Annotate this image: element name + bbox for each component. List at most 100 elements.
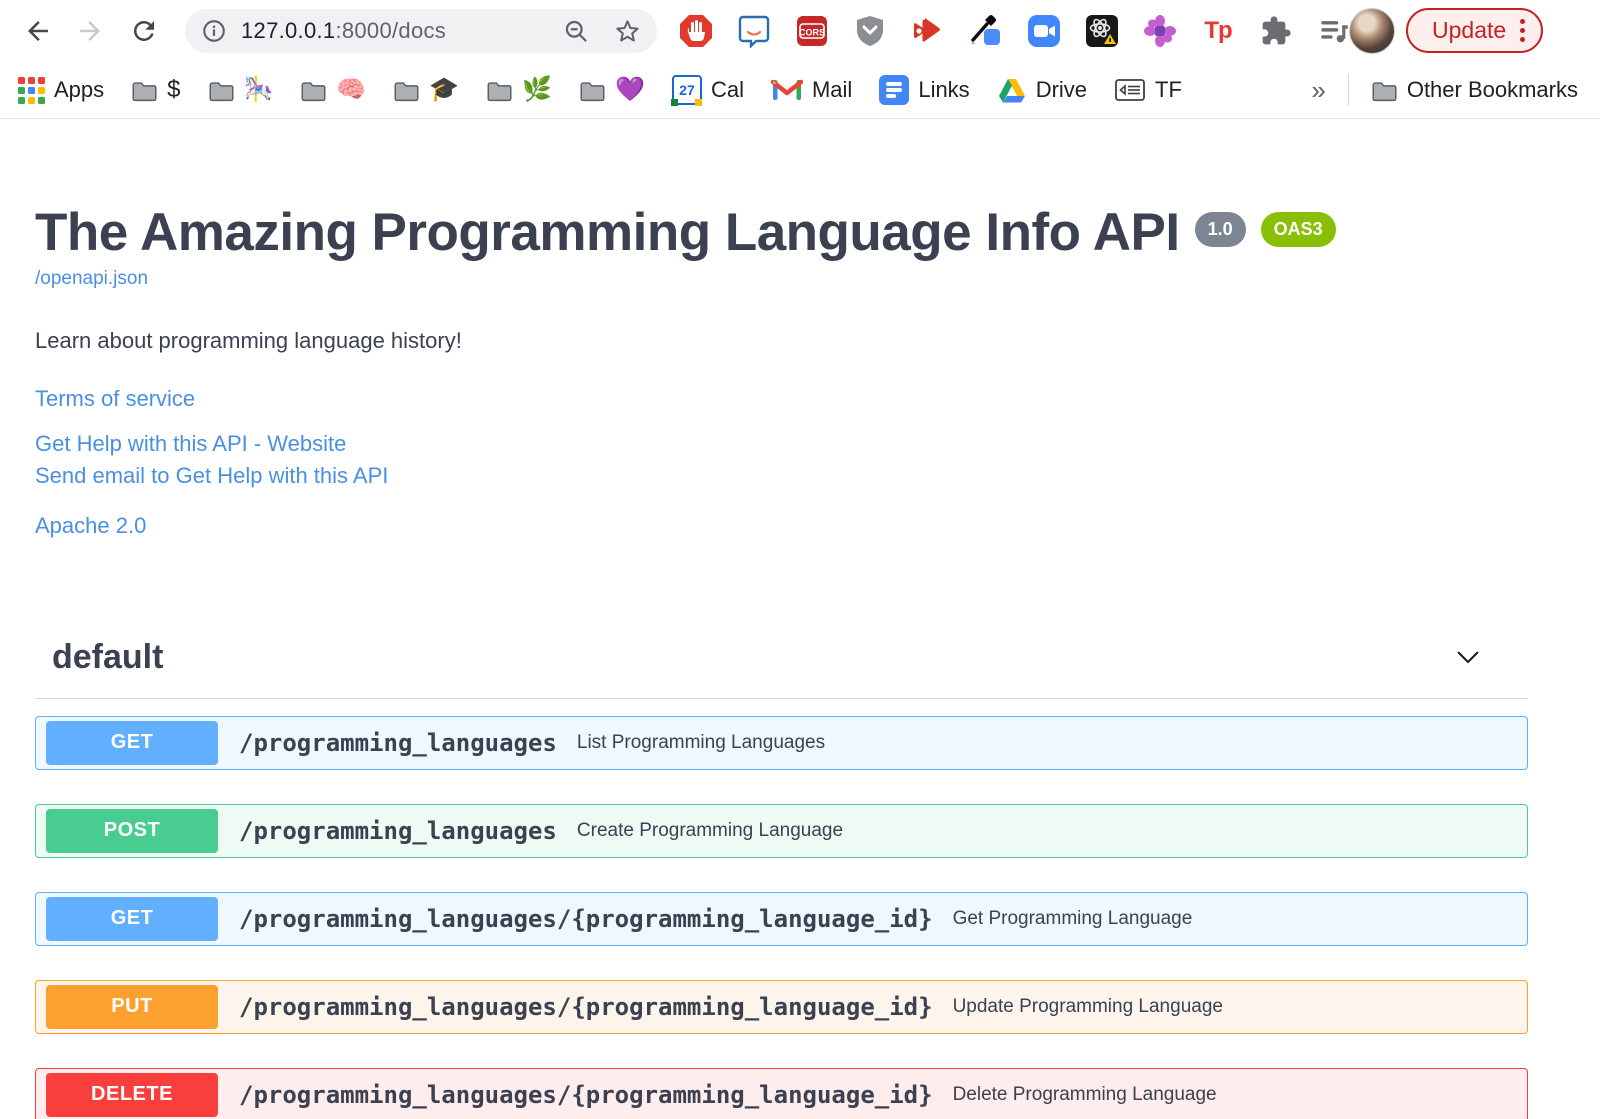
browser-toolbar: 127.0.0.1:8000/docs CORS Tp Update — [0, 0, 1600, 62]
endpoint-path: /programming_languages/{programming_lang… — [239, 992, 933, 1021]
browser-window: 127.0.0.1:8000/docs CORS Tp Update Apps … — [0, 0, 1600, 1119]
color-picker-extension-icon[interactable] — [968, 13, 1004, 49]
method-badge-get[interactable]: GET — [46, 720, 218, 765]
method-badge-get[interactable]: GET — [46, 896, 218, 941]
folder-icon — [132, 81, 157, 101]
cors-extension-icon[interactable]: CORS — [794, 13, 830, 49]
bookmark-folder-carousel-label: 🎠 — [243, 76, 274, 103]
bookmark-links-label: Links — [918, 77, 970, 102]
url-path: :8000/docs — [335, 18, 447, 43]
bookmark-tf[interactable]: TF — [1114, 77, 1182, 103]
endpoint-path: /programming_languages/{programming_lang… — [239, 904, 933, 933]
api-info-header: The Amazing Programming Language Info AP… — [35, 205, 1528, 261]
api-description: Learn about programming language history… — [35, 327, 462, 353]
bookmarks-overflow-chevron[interactable]: » — [1311, 75, 1325, 106]
terms-of-service-link[interactable]: Terms of service — [35, 386, 195, 412]
profile-avatar[interactable] — [1349, 8, 1395, 54]
bookmark-folder-grad-cap[interactable]: 🎓 — [393, 78, 459, 102]
calendar-day: 27 — [679, 82, 695, 98]
bookmark-drive[interactable]: Drive — [997, 77, 1087, 104]
forward-icon[interactable] — [74, 15, 106, 47]
bookmark-drive-label: Drive — [1035, 77, 1088, 102]
method-badge-put[interactable]: PUT — [46, 984, 218, 1029]
url-host: 127.0.0.1 — [241, 18, 336, 43]
section-title: default — [52, 637, 164, 676]
purple-flower-extension-icon[interactable] — [1142, 13, 1178, 49]
calendar-icon: 27 — [671, 75, 703, 106]
folder-icon — [580, 81, 605, 101]
method-badge-delete[interactable]: DELETE — [46, 1072, 218, 1117]
zoom-extension-icon[interactable] — [1026, 13, 1062, 49]
folder-icon — [394, 81, 419, 101]
address-bar[interactable]: 127.0.0.1:8000/docs — [185, 9, 657, 53]
folder-icon — [301, 81, 326, 101]
bookmark-mail-label: Mail — [811, 77, 853, 102]
browser-menu-icon[interactable] — [1520, 19, 1526, 42]
endpoint-summary: Delete Programming Language — [952, 1083, 1217, 1105]
zoom-out-icon[interactable] — [563, 18, 590, 45]
section-collapse-chevron-icon[interactable] — [1453, 642, 1483, 672]
endpoint-put-update[interactable]: PUT /programming_languages/{programming_… — [35, 979, 1528, 1034]
red-arrow-extension-icon[interactable] — [910, 13, 946, 49]
bookmark-calendar[interactable]: 27 Cal — [671, 75, 744, 106]
drive-icon — [998, 78, 1025, 102]
puzzle-extensions-menu-icon[interactable] — [1258, 13, 1294, 49]
endpoint-summary: Get Programming Language — [952, 907, 1193, 929]
endpoint-delete[interactable]: DELETE /programming_languages/{programmi… — [35, 1067, 1528, 1119]
url-text[interactable]: 127.0.0.1:8000/docs — [241, 18, 446, 44]
version-badge: 1.0 — [1194, 212, 1246, 247]
bookmarks-bar: Apps $ 🎠 🧠 🎓 🌿 💜 27 Cal Mail Links Drive… — [0, 62, 1600, 119]
bookmark-folder-heart-label: 💜 — [615, 76, 645, 103]
bookmark-folder-dollar-label: $ — [167, 76, 181, 103]
cors-label: CORS — [799, 28, 825, 38]
openapi-spec-link[interactable]: /openapi.json — [35, 268, 148, 290]
swagger-page: The Amazing Programming Language Info AP… — [0, 120, 1600, 1119]
endpoint-get-list[interactable]: GET /programming_languages List Programm… — [35, 715, 1528, 770]
bookmark-folder-carousel[interactable]: 🎠 — [208, 76, 274, 103]
back-icon[interactable] — [22, 15, 54, 47]
extensions-row: CORS Tp — [678, 0, 1352, 62]
endpoint-get-single[interactable]: GET /programming_languages/{programming_… — [35, 891, 1528, 946]
license-link[interactable]: Apache 2.0 — [35, 513, 146, 539]
bookmark-calendar-label: Cal — [710, 77, 744, 102]
adblock-extension-icon[interactable] — [678, 13, 714, 49]
endpoint-post-create[interactable]: POST /programming_languages Create Progr… — [35, 803, 1528, 858]
tp-extension-icon[interactable]: Tp — [1200, 13, 1236, 49]
email-help-link[interactable]: Send email to Get Help with this API — [35, 461, 388, 490]
bookmark-mail[interactable]: Mail — [770, 77, 853, 103]
method-badge-post[interactable]: POST — [46, 808, 218, 853]
website-help-link[interactable]: Get Help with this API - Website — [35, 429, 346, 458]
bookmark-apps[interactable]: Apps — [18, 76, 105, 104]
bookmark-folder-heart[interactable]: 💜 — [579, 78, 645, 102]
tf-icon — [1115, 79, 1145, 101]
other-bookmarks[interactable]: Other Bookmarks — [1371, 77, 1578, 103]
bookmark-folder-brain[interactable]: 🧠 — [300, 78, 366, 102]
bookmark-folder-grad-cap-label: 🎓 — [429, 76, 460, 103]
oas3-badge: OAS3 — [1260, 212, 1336, 247]
bookmark-folder-herb[interactable]: 🌿 — [486, 78, 552, 102]
bookmark-links[interactable]: Links — [879, 75, 970, 105]
chat-extension-icon[interactable] — [736, 13, 772, 49]
section-default-header[interactable]: default — [35, 638, 1528, 699]
bookmark-folder-herb-label: 🌿 — [522, 76, 553, 103]
update-label: Update — [1432, 17, 1507, 43]
endpoint-summary: Create Programming Language — [576, 819, 844, 841]
contact-links: Get Help with this API - Website Send em… — [35, 429, 1528, 493]
bookmark-star-icon[interactable] — [614, 18, 641, 45]
site-info-icon[interactable] — [201, 18, 227, 44]
endpoint-path: /programming_languages — [239, 728, 557, 757]
folder-icon — [487, 81, 512, 101]
reload-icon[interactable] — [128, 15, 160, 47]
shield-extension-icon[interactable] — [852, 13, 888, 49]
apps-grid-icon — [18, 76, 45, 104]
update-button[interactable]: Update — [1406, 8, 1544, 53]
bookmark-tf-label: TF — [1155, 77, 1182, 102]
react-devtools-extension-icon[interactable] — [1084, 13, 1120, 49]
playlist-extension-icon[interactable] — [1316, 13, 1352, 49]
bookmark-folder-dollar[interactable]: $ — [131, 76, 181, 103]
endpoint-summary: Update Programming Language — [952, 995, 1223, 1017]
endpoint-path: /programming_languages/{programming_lang… — [239, 1080, 933, 1109]
tp-label: Tp — [1204, 17, 1232, 44]
bookmark-apps-label: Apps — [54, 77, 105, 102]
folder-icon — [1372, 81, 1397, 101]
